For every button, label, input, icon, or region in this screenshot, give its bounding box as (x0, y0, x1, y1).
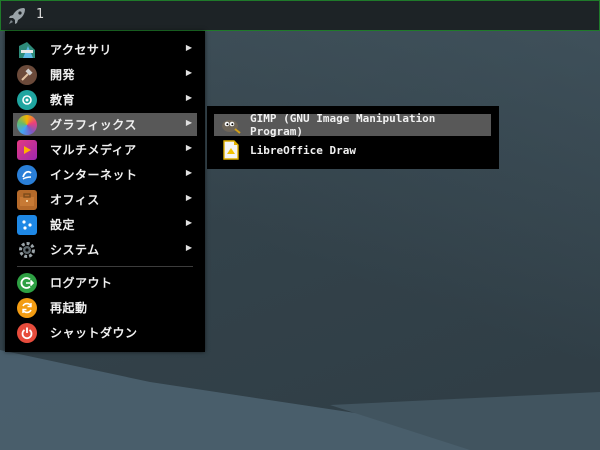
submenu-arrow: ▶ (185, 243, 192, 252)
submenu-arrow: ▶ (185, 43, 192, 52)
menu-item-settings[interactable]: 設定 ▶ (13, 213, 197, 236)
workspace-indicator[interactable]: 1 (36, 7, 44, 22)
menu-item-system[interactable]: システム ▶ (13, 238, 197, 261)
development-icon (17, 64, 37, 85)
menu-item-accessories[interactable]: アクセサリ ▶ (13, 38, 197, 61)
office-icon (17, 189, 37, 210)
multimedia-icon (17, 139, 37, 160)
submenu-item-gimp[interactable]: GIMP (GNU Image Manipulation Program) (214, 112, 491, 138)
menu-item-shutdown[interactable]: シャットダウン (13, 321, 197, 344)
rocket-icon (9, 8, 25, 24)
menu-item-multimedia[interactable]: マルチメディア ▶ (13, 138, 197, 161)
menu-launcher-button[interactable] (5, 4, 29, 28)
application-menu: アクセサリ ▶ 開発 ▶ 教育 ▶ グラフィックス ▶ マルチメディア ▶ イン… (5, 31, 205, 352)
education-icon (17, 89, 37, 110)
submenu-item-libreoffice-draw[interactable]: LibreOffice Draw (214, 139, 491, 161)
menu-item-office[interactable]: オフィス ▶ (13, 188, 197, 211)
submenu-arrow: ▶ (185, 193, 192, 202)
libreoffice-draw-icon (221, 140, 241, 160)
menu-item-internet[interactable]: インターネット ▶ (13, 163, 197, 186)
gimp-icon (221, 115, 241, 135)
menu-item-graphics[interactable]: グラフィックス ▶ (13, 113, 197, 136)
submenu-arrow: ▶ (185, 143, 192, 152)
menu-item-development[interactable]: 開発 ▶ (13, 63, 197, 86)
reboot-icon (17, 297, 37, 318)
settings-icon (17, 214, 37, 235)
logout-icon (17, 272, 37, 293)
shutdown-icon (17, 322, 37, 343)
submenu-arrow: ▶ (185, 68, 192, 77)
menu-item-logout[interactable]: ログアウト (13, 271, 197, 294)
menu-separator (17, 266, 193, 267)
menu-item-education[interactable]: 教育 ▶ (13, 88, 197, 111)
system-icon (17, 240, 37, 260)
submenu-arrow: ▶ (185, 118, 192, 127)
top-panel: 1 (0, 0, 600, 31)
internet-icon (17, 164, 37, 185)
submenu-arrow: ▶ (185, 218, 192, 227)
menu-item-reboot[interactable]: 再起動 (13, 296, 197, 319)
submenu-arrow: ▶ (185, 93, 192, 102)
submenu-arrow: ▶ (185, 168, 192, 177)
graphics-icon (17, 114, 37, 135)
accessories-icon (17, 40, 37, 60)
graphics-submenu: GIMP (GNU Image Manipulation Program) Li… (207, 106, 499, 169)
